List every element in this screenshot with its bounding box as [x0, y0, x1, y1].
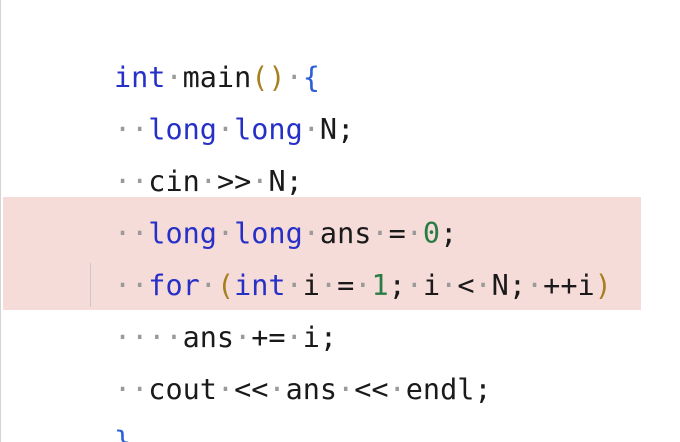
code-line-1-text: int·main()·{: [113, 61, 320, 94]
code-line-3[interactable]: ··cin·>>·N;: [1, 104, 303, 198]
code-line-5-text: ··for·(int·i·=·1;·i·<·N;·++i): [113, 269, 612, 302]
code-line-5[interactable]: ··for·(int·i·=·1;·i·<·N;·++i): [1, 208, 612, 302]
code-line-7-text: ··cout·<<·ans·<<·endl;: [113, 373, 492, 406]
code-line-7[interactable]: ··cout·<<·ans·<<·endl;: [1, 312, 492, 406]
code-line-1[interactable]: int·main()·{: [1, 0, 320, 94]
code-line-4-text: ··long·long·ans·=·0;: [113, 217, 458, 250]
code-line-8[interactable]: }: [1, 364, 131, 442]
code-line-6[interactable]: ····ans·+=·i;: [1, 260, 337, 354]
code-line-2[interactable]: ··long·long·N;: [1, 52, 354, 146]
code-line-2-text: ··long·long·N;: [113, 113, 355, 146]
code-line-8-text: }: [113, 425, 132, 442]
code-line-4[interactable]: ··long·long·ans·=·0;: [1, 156, 457, 250]
code-editor[interactable]: int·main()·{ ··long·long·N; ··cin·>>·N; …: [0, 0, 680, 442]
code-line-3-text: ··cin·>>·N;: [113, 165, 303, 198]
code-line-6-text: ····ans·+=·i;: [113, 321, 338, 354]
